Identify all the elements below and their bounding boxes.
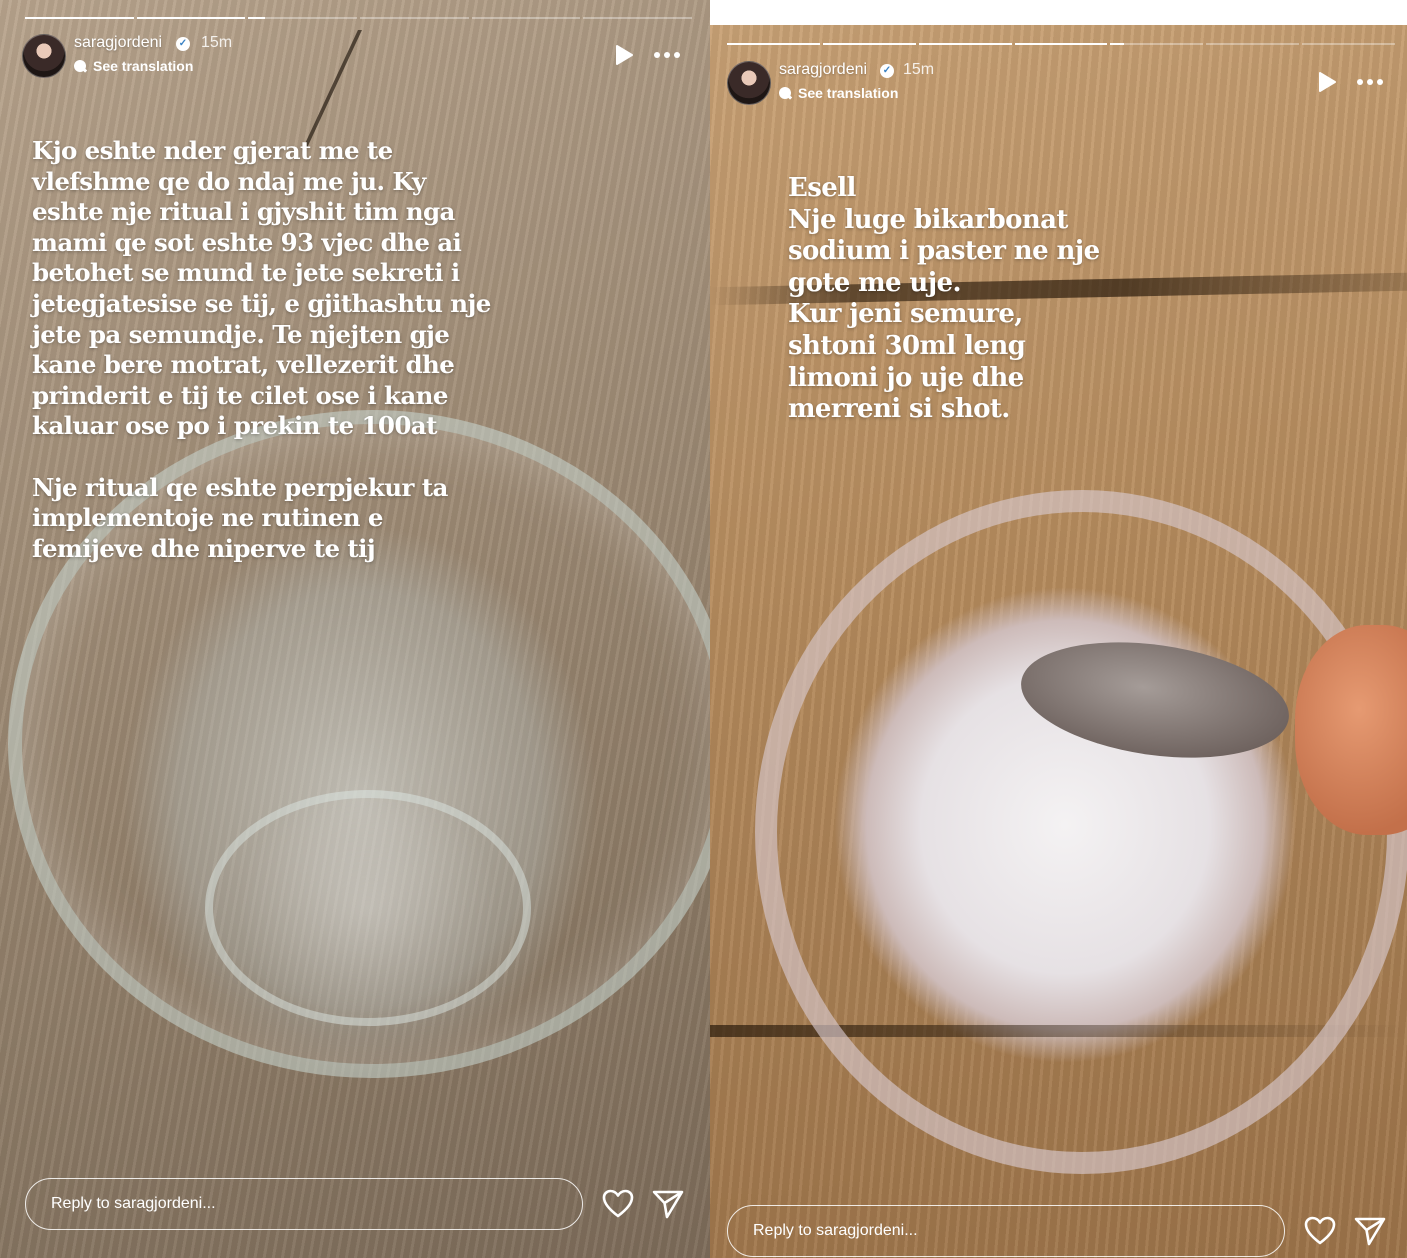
progress-segment-fill	[25, 17, 134, 19]
post-time: 15m	[201, 34, 233, 51]
heart-icon[interactable]	[601, 1187, 635, 1221]
heart-icon[interactable]	[1303, 1214, 1337, 1248]
story-progress-bar	[727, 43, 1396, 45]
story-panel-left[interactable]: saragjordeni ✓ 15m See translation Kjo e…	[0, 0, 710, 1258]
glass-base-image	[205, 790, 531, 1026]
story-header: saragjordeni ✓ 15m See translation	[727, 61, 1385, 107]
reply-placeholder: Reply to saragjordeni...	[753, 1222, 918, 1239]
progress-segment	[1302, 43, 1396, 45]
post-time: 15m	[903, 61, 935, 78]
progress-segment	[1206, 43, 1300, 45]
reply-placeholder: Reply to saragjordeni...	[51, 1195, 216, 1212]
story-caption: Esell Nje luge bikarbonat sodium i paste…	[788, 173, 1100, 425]
progress-segment-fill	[136, 17, 246, 19]
progress-segment-fill	[822, 43, 916, 45]
see-translation-link[interactable]: See translation	[779, 85, 898, 101]
progress-segment	[136, 17, 246, 19]
translate-icon	[779, 87, 791, 99]
see-translation-label: See translation	[798, 85, 899, 101]
story-header: saragjordeni ✓ 15m See translation	[22, 34, 688, 80]
progress-segment	[727, 43, 820, 45]
send-icon[interactable]	[651, 1187, 685, 1221]
progress-segment-fill	[918, 43, 1012, 45]
progress-segment	[1014, 43, 1108, 45]
story-progress-bar	[25, 17, 693, 19]
progress-segment-fill	[727, 43, 820, 45]
reply-input[interactable]: Reply to saragjordeni...	[25, 1178, 583, 1230]
username[interactable]: saragjordeni	[74, 34, 162, 52]
verified-badge-icon: ✓	[176, 37, 190, 51]
verified-badge-icon: ✓	[880, 64, 894, 78]
progress-segment	[471, 17, 581, 19]
see-translation-label: See translation	[93, 58, 194, 74]
progress-segment-fill	[1110, 43, 1125, 45]
story-caption: Kjo eshte nder gjerat me te vlefshme qe …	[32, 136, 491, 563]
progress-segment	[248, 17, 358, 19]
see-translation-link[interactable]: See translation	[74, 58, 193, 74]
jar-image	[755, 490, 1407, 1174]
more-options-button[interactable]	[1357, 77, 1387, 87]
progress-segment	[918, 43, 1012, 45]
play-icon[interactable]	[1317, 71, 1337, 93]
username[interactable]: saragjordeni	[779, 61, 867, 79]
avatar[interactable]	[727, 61, 771, 105]
translate-icon	[74, 60, 86, 72]
more-horizontal-icon	[1357, 79, 1363, 85]
progress-segment-fill	[248, 17, 265, 19]
more-options-button[interactable]	[654, 50, 684, 60]
reply-input[interactable]: Reply to saragjordeni...	[727, 1205, 1285, 1257]
send-icon[interactable]	[1353, 1214, 1387, 1248]
avatar[interactable]	[22, 34, 66, 78]
progress-segment	[360, 17, 469, 19]
play-icon[interactable]	[614, 44, 634, 66]
progress-segment	[822, 43, 916, 45]
story-panel-right[interactable]: saragjordeni ✓ 15m See translation Esell…	[710, 25, 1407, 1258]
progress-segment	[25, 17, 134, 19]
more-horizontal-icon	[654, 52, 660, 58]
progress-segment-fill	[1014, 43, 1108, 45]
progress-segment	[1110, 43, 1204, 45]
progress-segment	[583, 17, 693, 19]
